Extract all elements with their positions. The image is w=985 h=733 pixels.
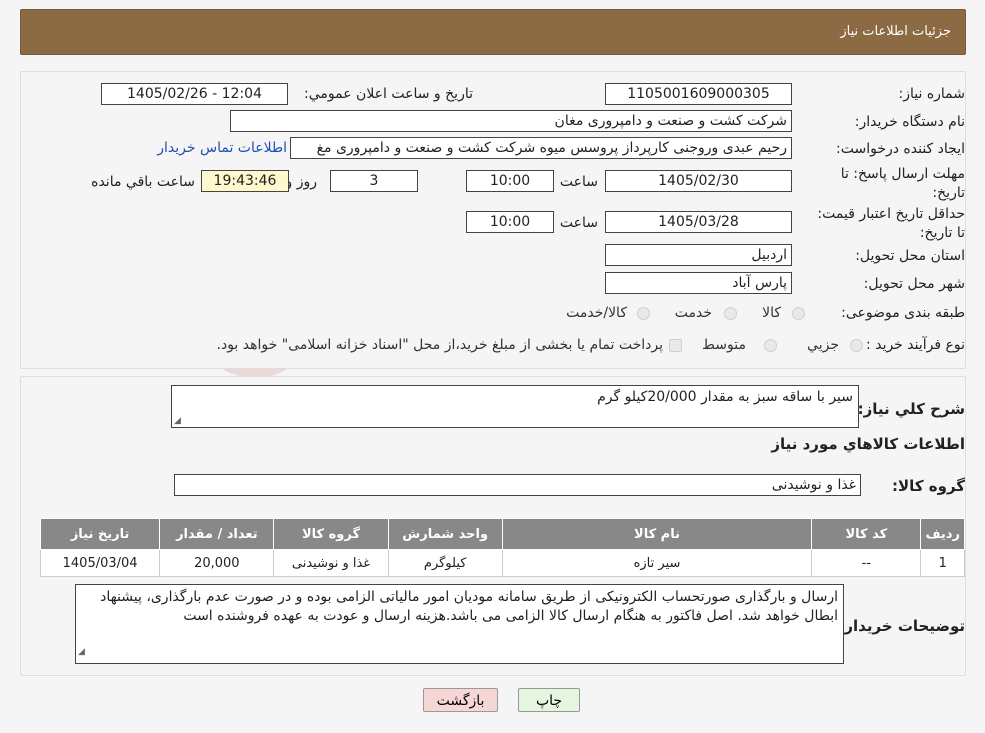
summary-textarea[interactable]: سیر با ساقه سبز به مقدار 20/000کیلو گرم … [171,385,859,428]
goods-group-field[interactable]: غذا و نوشیدنی [174,474,861,496]
cell-goods-code: -- [811,549,922,577]
reply-time-label: ساعت [559,174,598,190]
page-header: جزئیات اطلاعات نیاز [20,9,966,55]
buyer-org-label: نام دستگاه خریدار: [854,114,965,130]
summary-text: سیر با ساقه سبز به مقدار 20/000کیلو گرم [597,389,853,405]
category-option-goods-service: کالا/خدمت [566,305,627,321]
resize-grip-icon[interactable]: ◢ [78,643,85,662]
goods-info-title: اطلاعات کالاهاي مورد نیاز [771,435,965,453]
process-label: نوع فرآیند خرید : [866,337,965,353]
category-radio-goods[interactable] [792,307,805,320]
goods-table: ردیف کد کالا نام کالا واحد شمارش گروه کا… [39,518,965,577]
province-field[interactable]: اردبیل [605,244,792,266]
process-radio-partial[interactable] [850,339,863,352]
remaining-time-field: 19:43:46 [201,170,289,192]
requester-label: ایجاد کننده درخواست: [836,141,965,157]
cell-quantity: 20,000 [159,549,275,577]
process-option-medium: متوسط [702,337,746,353]
city-label: شهر محل تحویل: [863,276,965,292]
city-field[interactable]: پارس آباد [605,272,792,294]
buyer-notes-text: ارسال و بارگذاری صورتحساب الکترونیکی از … [100,589,838,624]
col-need-date: تاریخ نیاز [39,518,161,550]
back-button[interactable]: بازگشت [423,688,498,712]
price-time-field[interactable]: 10:00 [466,211,554,233]
cell-unit: کیلوگرم [387,549,503,577]
buyer-org-field[interactable]: شرکت کشت و صنعت و دامپروری مغان [230,110,792,132]
price-time-label: ساعت [559,215,598,231]
buyer-notes-label: توضیحات خریدار: [838,617,965,635]
buyer-notes-textarea[interactable]: ارسال و بارگذاری صورتحساب الکترونیکی از … [75,584,844,664]
cell-need-date: 1405/03/04 [39,549,161,577]
treasury-payment-checkbox[interactable] [669,339,682,352]
col-goods-name: نام کالا [501,518,813,550]
requester-field[interactable]: رحیم عبدی وروجنی کارپرداز پروسس میوه شرک… [290,137,792,159]
category-radio-goods-service[interactable] [637,307,650,320]
buyer-contact-link[interactable]: اطلاعات تماس خریدار [157,140,287,156]
price-validity-label: حداقل تاریخ اعتبار قیمت: تا تاریخ: [817,206,965,241]
cell-row-number: 1 [920,549,965,577]
announce-datetime-field[interactable]: 1405/02/26 - 12:04 [101,83,288,105]
category-label: طبقه بندی موضوعی: [841,305,965,321]
col-row-number: ردیف [920,518,965,550]
need-number-field[interactable]: 1105001609000305 [605,83,792,105]
col-unit: واحد شمارش [387,518,503,550]
category-option-goods: کالا [762,305,781,321]
province-label: استان محل تحویل: [855,248,965,264]
cell-goods-name: سیر تازه [501,549,813,577]
table-header-row: ردیف کد کالا نام کالا واحد شمارش گروه کا… [39,518,965,550]
price-date-field[interactable]: 1405/03/28 [605,211,792,233]
goods-group-label: گروه کالا: [892,477,965,495]
resize-grip-icon[interactable]: ◢ [174,416,181,426]
category-option-service: خدمت [674,305,712,321]
col-goods-group: گروه کالا [273,518,389,550]
days-field[interactable]: 3 [330,170,418,192]
summary-label: شرح کلي نیاز: [857,400,965,418]
reply-date-field[interactable]: 1405/02/30 [605,170,792,192]
reply-time-field[interactable]: 10:00 [466,170,554,192]
print-button[interactable]: چاپ [518,688,580,712]
announce-label: تاریخ و ساعت اعلان عمومي: [304,86,473,102]
page-title: جزئیات اطلاعات نیاز [840,24,951,39]
days-label: روز و [285,174,318,190]
cell-goods-group: غذا و نوشیدنی [273,549,389,577]
table-row: 1 -- سیر تازه کیلوگرم غذا و نوشیدنی 20,0… [39,549,965,577]
remaining-time-label: ساعت باقي مانده [91,174,195,190]
need-number-label: شماره نیاز: [898,86,966,102]
reply-deadline-label: مهلت ارسال پاسخ: تا تاریخ: [840,166,965,201]
process-radio-medium[interactable] [764,339,777,352]
process-option-partial: جزيي [807,337,839,353]
category-radio-service[interactable] [724,307,737,320]
col-quantity: تعداد / مقدار [159,518,275,550]
col-goods-code: کد کالا [811,518,922,550]
payment-note: پرداخت تمام یا بخشی از مبلغ خرید،از محل … [216,337,663,353]
